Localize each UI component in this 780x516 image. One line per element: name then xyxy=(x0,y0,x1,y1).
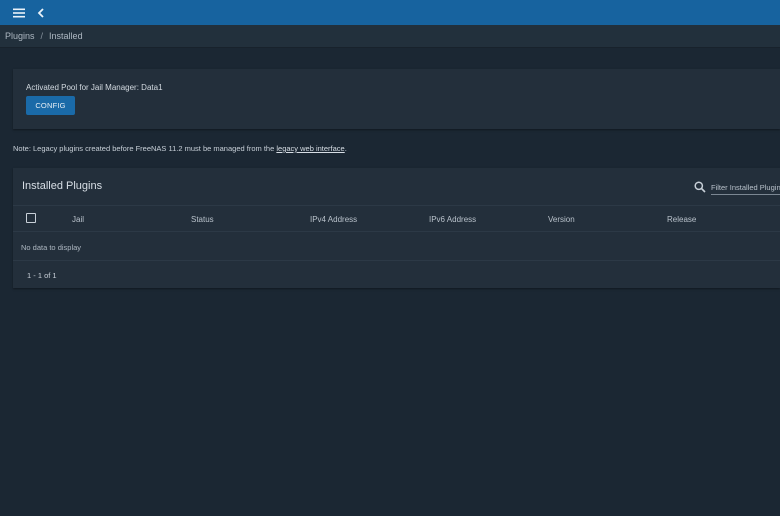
empty-message: No data to display xyxy=(21,243,82,252)
column-header-version[interactable]: Version xyxy=(548,215,575,224)
breadcrumb: Plugins / Installed xyxy=(0,25,780,48)
pagination-range: 1 - 1 of 1 xyxy=(27,271,57,280)
note-suffix: . xyxy=(344,144,347,153)
table-header: Jail Status IPv4 Address IPv6 Address Ve… xyxy=(13,205,780,231)
section-title: Installed Plugins xyxy=(22,180,103,192)
menu-icon[interactable] xyxy=(8,2,30,24)
legacy-note: Note: Legacy plugins created before Free… xyxy=(13,144,347,153)
table-empty-row: No data to display xyxy=(13,231,780,261)
table-pagination: 1 - 1 of 1 xyxy=(13,260,780,289)
select-all-checkbox[interactable] xyxy=(26,213,36,223)
breadcrumb-plugins[interactable]: Plugins xyxy=(5,31,35,41)
note-text: Note: Legacy plugins created before Free… xyxy=(13,144,275,153)
column-header-release[interactable]: Release xyxy=(667,215,696,224)
jail-manager-pool-card: Activated Pool for Jail Manager: Data1 C… xyxy=(13,69,780,129)
chevron-left-icon[interactable] xyxy=(30,2,52,24)
column-header-ipv4[interactable]: IPv4 Address xyxy=(310,215,357,224)
legacy-web-interface-link[interactable]: legacy web interface xyxy=(276,144,344,153)
config-button[interactable]: CONFIG xyxy=(26,96,75,115)
column-header-jail[interactable]: Jail xyxy=(72,215,84,224)
breadcrumb-separator: / xyxy=(40,31,44,41)
filter-input[interactable] xyxy=(711,180,780,195)
column-header-ipv6[interactable]: IPv6 Address xyxy=(429,215,476,224)
pool-label: Activated Pool for Jail Manager: Data1 xyxy=(26,83,163,92)
search-icon xyxy=(694,181,706,193)
top-toolbar xyxy=(0,0,780,25)
installed-plugins-card: Installed Plugins Jail Status IPv4 Addre… xyxy=(13,168,780,288)
column-header-status[interactable]: Status xyxy=(191,215,214,224)
breadcrumb-installed[interactable]: Installed xyxy=(49,31,83,41)
